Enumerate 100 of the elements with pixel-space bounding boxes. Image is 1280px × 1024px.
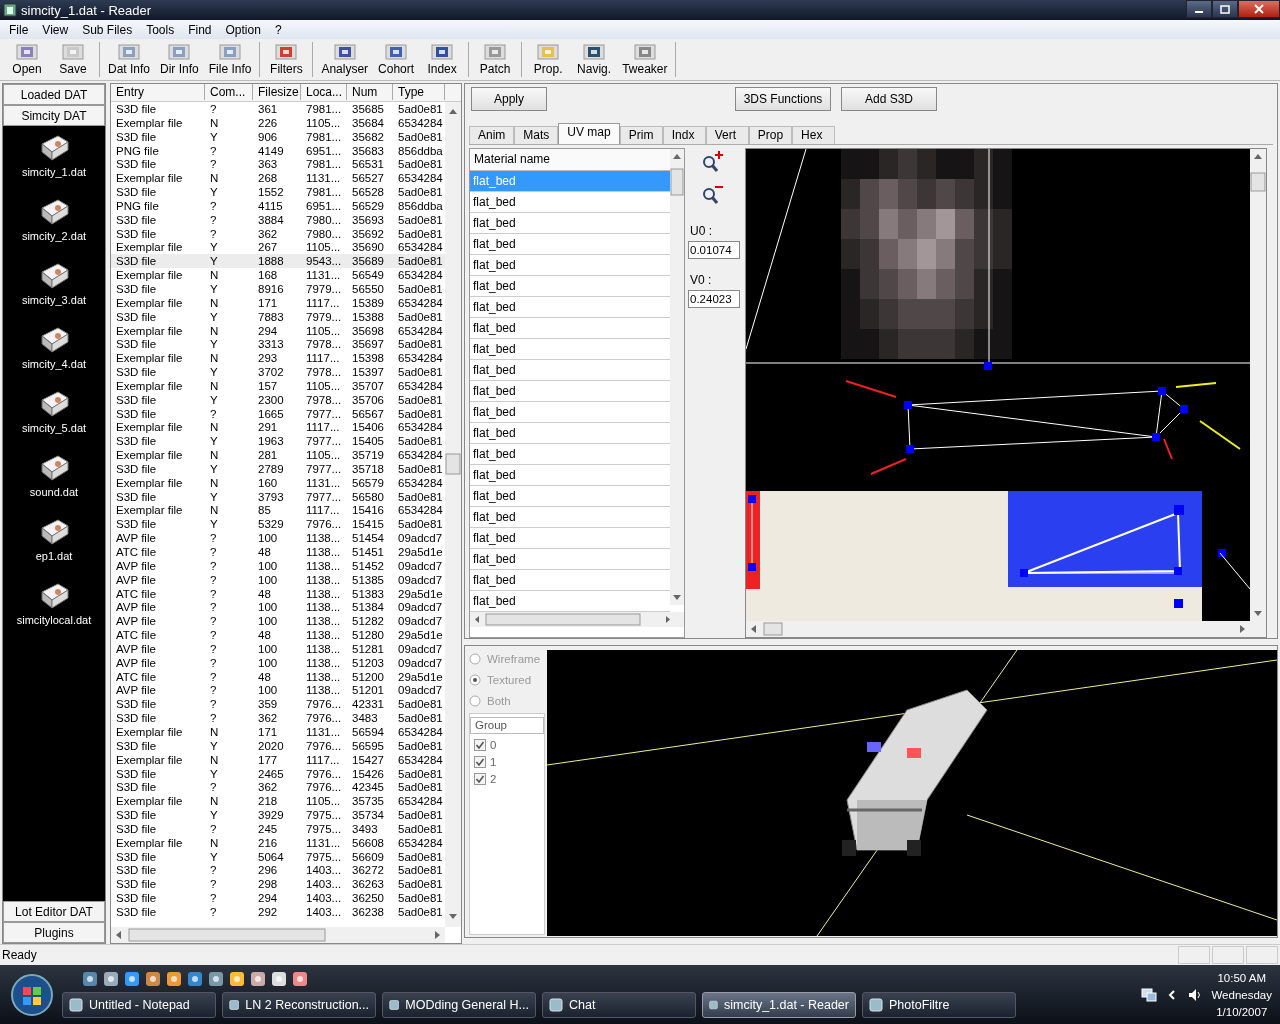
checkbox[interactable] [474,755,486,768]
table-row[interactable]: Exemplar file N 268 1131... 56527 6534284 [111,171,445,186]
table-row[interactable]: AVP file ? 100 1138... 51281 09adcd7 [111,641,445,656]
list-item[interactable]: flat_bed [470,465,670,486]
quick-launch-icon[interactable] [124,971,140,987]
list-item[interactable]: flat_bed [470,318,670,339]
toolbar-button[interactable]: Save [50,40,96,79]
table-row[interactable]: ATC file ? 48 1138... 51383 29a5d1e [111,586,445,601]
table-row[interactable]: Exemplar file N 291 1117... 15406 6534284 [111,420,445,435]
taskbar-button[interactable]: LN 2 Reconstruction... [222,992,376,1018]
action-button[interactable]: 3DS Functions [735,87,831,111]
table-row[interactable]: Exemplar file N 171 1117... 15389 6534284 [111,295,445,310]
checkbox[interactable] [474,738,486,751]
action-button[interactable]: Add S3D [841,87,937,111]
close-button[interactable] [1238,0,1280,18]
table-row[interactable]: ATC file ? 48 1138... 51451 29a5d1e [111,545,445,559]
table-row[interactable]: S3D file ? 1665 7977... 56567 5ad0e81 [111,406,445,421]
table-row[interactable]: S3D file ? 3884 7980... 35693 5ad0e81 [111,212,445,227]
column-header[interactable]: Filesize [253,84,301,100]
table-row[interactable]: S3D file ? 359 7976... 42331 5ad0e81 [111,697,445,712]
quick-launch-icon[interactable] [208,971,224,987]
sidebar-button[interactable]: Lot Editor DAT [3,901,105,922]
tab[interactable]: Mats [514,126,559,144]
tab[interactable]: UV map [558,123,620,144]
table-row[interactable]: S3D file Y 1552 7981... 56528 5ad0e81 [111,185,445,199]
tab[interactable]: Prim [619,126,663,144]
sidebar-button[interactable]: Simcity DAT [3,105,105,126]
menu-item[interactable]: File [2,22,36,37]
quick-launch-icon[interactable] [82,971,98,987]
table-row[interactable]: S3D file Y 2465 7976... 15426 5ad0e81 [111,766,445,781]
list-item[interactable]: flat_bed [470,549,670,570]
menu-item[interactable]: Find [181,22,219,37]
table-row[interactable]: Exemplar file Y 267 1105... 35690 6534284 [111,240,445,255]
table-row[interactable]: S3D file ? 298 1403... 36263 5ad0e81 [111,877,445,892]
table-row[interactable]: S3D file ? 245 7975... 3493 5ad0e81 [111,821,445,836]
vertical-scrollbar[interactable] [445,102,461,927]
tab[interactable]: Vert [705,126,749,144]
quick-launch-icon[interactable] [271,971,287,987]
quick-launch-icon[interactable] [103,971,119,987]
list-item[interactable]: flat_bed [470,444,670,465]
text-field[interactable]: 0.24023 [688,290,740,308]
table-row[interactable]: Exemplar file N 157 1105... 35707 6534284 [111,378,445,393]
table-row[interactable]: PNG file ? 4149 6951... 35683 856ddba [111,143,445,158]
table-row[interactable]: S3D file Y 1963 7977... 15405 5ad0e81 [111,434,445,449]
toolbar-button[interactable]: Cohort [373,40,420,79]
table-row[interactable]: S3D file Y 7883 7979... 15388 5ad0e81 [111,309,445,324]
list-item[interactable]: flat_bed [470,213,670,234]
list-item[interactable]: flat_bed [470,570,670,591]
table-row[interactable]: Exemplar file N 281 1105... 35719 6534284 [111,448,445,462]
quick-launch-icon[interactable] [229,971,245,987]
quick-launch-icon[interactable] [187,971,203,987]
table-row[interactable]: S3D file Y 3313 7978... 35697 5ad0e81 [111,337,445,352]
file-label[interactable]: simcity_4.dat [21,358,87,370]
toolbar-button[interactable]: Analyser [316,40,374,79]
toolbar-button[interactable]: Dir Info [155,40,204,79]
quick-launch-icon[interactable] [166,971,182,987]
quick-launch-icon[interactable] [145,971,161,987]
table-row[interactable]: S3D file Y 2789 7977... 35718 5ad0e81 [111,461,445,476]
table-row[interactable]: S3D file Y 1888 9543... 35689 5ad0e81 [111,254,445,269]
table-row[interactable]: S3D file Y 8916 7979... 56550 5ad0e81 [111,281,445,296]
menu-item[interactable]: Tools [139,22,182,37]
table-row[interactable]: S3D file Y 3929 7975... 35734 5ad0e81 [111,808,445,822]
table-row[interactable]: S3D file Y 2020 7976... 56595 5ad0e81 [111,738,445,753]
tab[interactable]: Prop [748,126,793,144]
horizontal-scrollbar[interactable] [111,927,445,943]
tab[interactable]: Indx [662,126,706,144]
radio-button[interactable] [469,652,481,665]
close-icon[interactable] [1251,2,1267,16]
list-item[interactable]: flat_bed [470,255,670,276]
table-row[interactable]: Exemplar file N 177 1117... 15427 6534284 [111,752,445,767]
table-row[interactable]: S3D file ? 363 7981... 56531 5ad0e81 [111,157,445,172]
list-item[interactable]: flat_bed [470,402,670,423]
table-row[interactable]: AVP file ? 100 1138... 51454 09adcd7 [111,531,445,545]
toolbar-button[interactable]: Prop. [525,40,572,79]
table-row[interactable]: S3D file ? 362 7976... 42345 5ad0e81 [111,780,445,795]
table-row[interactable]: Exemplar file N 293 1117... 15398 6534284 [111,351,445,366]
minimize-button[interactable] [1186,0,1212,18]
radio-button[interactable] [469,673,481,686]
quick-launch-icon[interactable] [292,971,308,987]
file-label[interactable]: simcity_5.dat [21,422,87,434]
toolbar-button[interactable]: Patch [472,40,519,79]
start-button[interactable] [10,972,54,1017]
table-row[interactable]: S3D file Y 2300 7978... 35706 5ad0e81 [111,392,445,407]
menu-item[interactable]: Sub Files [75,22,140,37]
table-row[interactable]: Exemplar file N 294 1105... 35698 6534284 [111,323,445,338]
taskbar-button[interactable]: MODding General H... [382,992,536,1018]
menu-item[interactable]: View [35,22,76,37]
network-icon[interactable] [1141,986,1158,1003]
list-item[interactable]: flat_bed [470,528,670,549]
table-row[interactable]: ATC file ? 48 1138... 51280 29a5d1e [111,628,445,642]
table-row[interactable]: S3D file Y 906 7981... 35682 5ad0e81 [111,129,445,144]
action-button[interactable]: Apply [471,87,547,111]
table-row[interactable]: Exemplar file N 218 1105... 35735 6534284 [111,794,445,809]
column-header[interactable]: Type [393,84,445,100]
column-header[interactable]: Group [470,717,544,734]
table-row[interactable]: S3D file ? 292 1403... 36238 5ad0e81 [111,904,445,919]
taskbar-button[interactable]: Chat [542,992,696,1018]
table-row[interactable]: AVP file ? 100 1138... 51203 09adcd7 [111,655,445,670]
table-row[interactable]: S3D file ? 296 1403... 36272 5ad0e81 [111,863,445,878]
list-item[interactable]: flat_bed [470,486,670,507]
